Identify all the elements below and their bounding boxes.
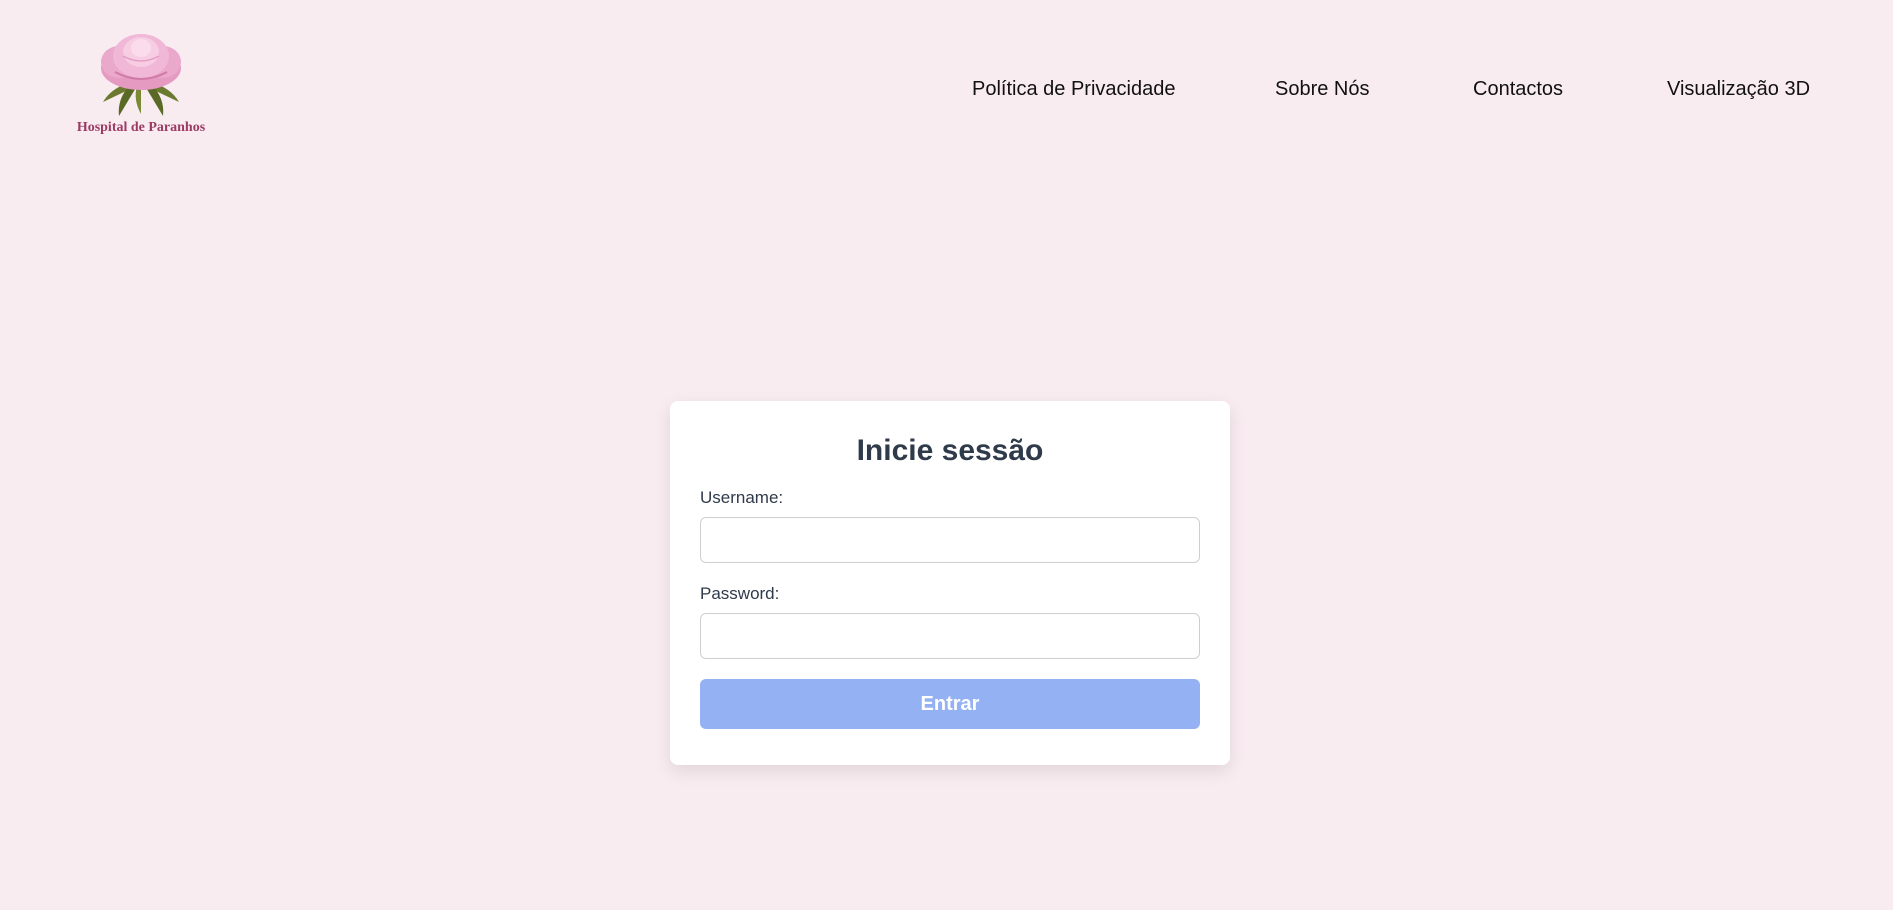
nav-link-about[interactable]: Sobre Nós	[1275, 76, 1370, 102]
main-nav: Política de Privacidade Sobre Nós Contac…	[0, 76, 1893, 106]
username-label: Username:	[700, 488, 784, 507]
site-header: Hospital de Paranhos Política de Privaci…	[0, 0, 1893, 170]
login-card: Inicie sessão Username: Password: Entrar	[670, 401, 1230, 765]
nav-link-contacts[interactable]: Contactos	[1473, 76, 1563, 102]
login-submit-button[interactable]: Entrar	[700, 679, 1200, 729]
login-title: Inicie sessão	[856, 434, 1044, 467]
logo-text: Hospital de Paranhos	[76, 120, 206, 135]
password-label: Password:	[700, 584, 780, 603]
username-input[interactable]	[700, 517, 1200, 563]
password-input[interactable]	[700, 613, 1200, 659]
nav-link-privacy[interactable]: Política de Privacidade	[972, 76, 1175, 102]
nav-link-3d-view[interactable]: Visualização 3D	[1667, 76, 1810, 102]
